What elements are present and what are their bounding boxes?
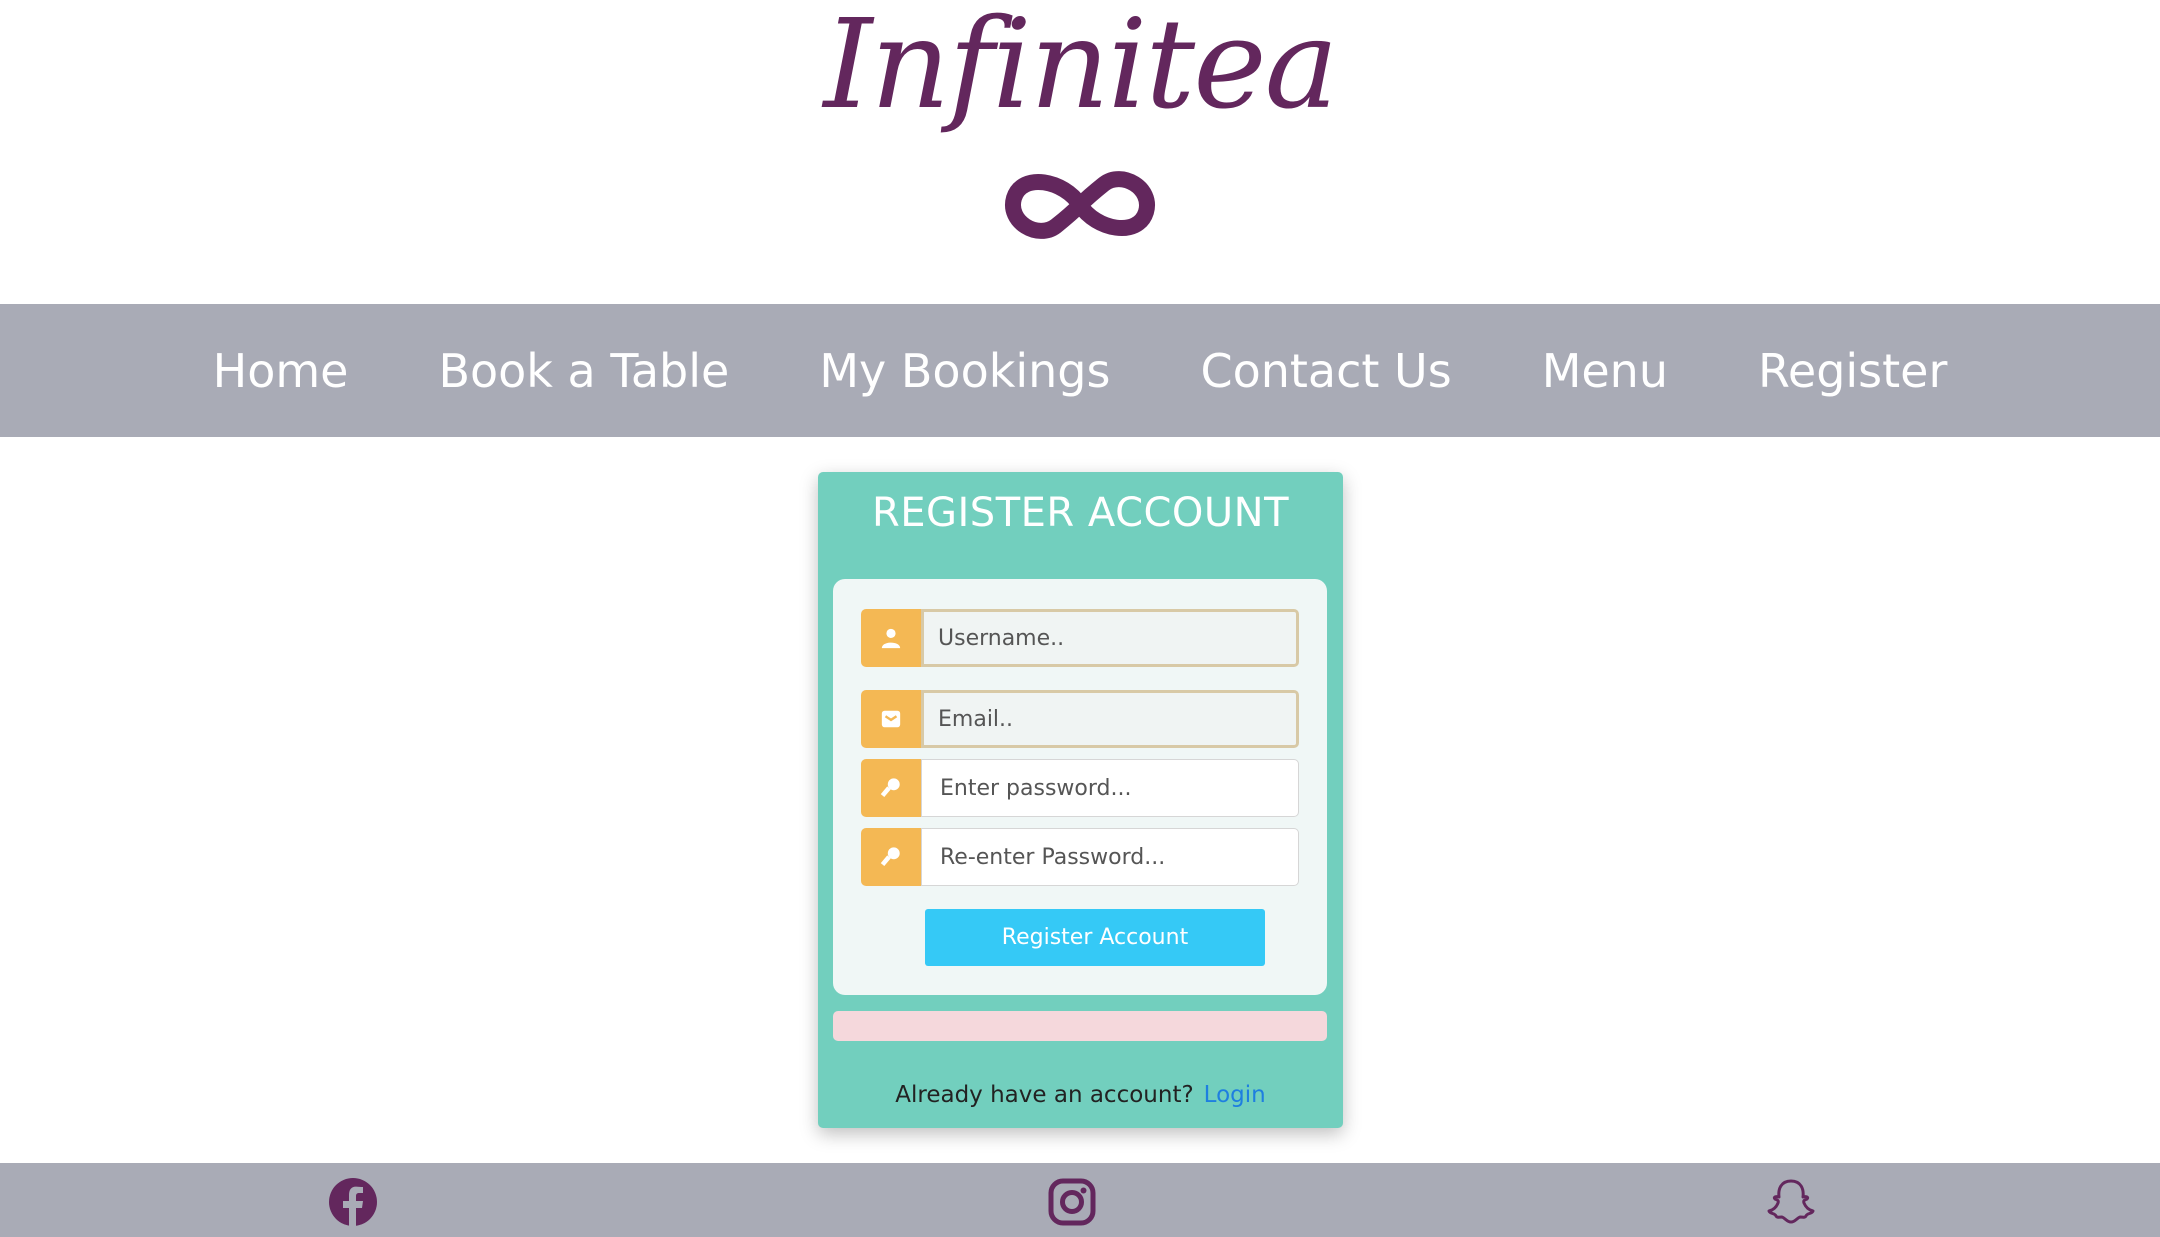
nav-item-register[interactable]: Register — [1713, 344, 1992, 398]
brand-header: Infinitea — [0, 0, 2160, 304]
register-title: REGISTER ACCOUNT — [871, 490, 1290, 536]
snapchat-icon[interactable] — [1766, 1177, 1816, 1227]
alert-bar — [833, 1011, 1327, 1041]
footer — [0, 1163, 2160, 1237]
infinity-icon — [1005, 171, 1155, 239]
facebook-icon[interactable] — [328, 1177, 378, 1227]
main-nav: Home Book a Table My Bookings Contact Us… — [0, 304, 2160, 437]
user-icon — [861, 609, 921, 667]
page: Infinitea Home Book a Table My Bookings … — [0, 0, 2160, 1237]
login-prompt-text: Already have an account? — [895, 1082, 1194, 1108]
email-input[interactable] — [921, 690, 1299, 748]
register-form: Register Account — [833, 579, 1327, 995]
confirm-password-input[interactable] — [921, 828, 1299, 886]
nav-item-my-bookings[interactable]: My Bookings — [774, 344, 1155, 398]
register-account-button[interactable]: Register Account — [925, 909, 1265, 966]
email-field-group — [861, 690, 1299, 748]
nav-item-menu[interactable]: Menu — [1497, 344, 1713, 398]
login-prompt-line: Already have an account? Login — [818, 1082, 1343, 1108]
password-field-group — [861, 759, 1299, 817]
instagram-icon[interactable] — [1047, 1177, 1097, 1227]
register-card: REGISTER ACCOUNT Username.. Email.. Regi… — [818, 472, 1343, 1128]
confirm-password-field-group — [861, 828, 1299, 886]
nav-item-home[interactable]: Home — [168, 344, 394, 398]
username-field-group — [861, 609, 1299, 667]
nav-item-book-a-table[interactable]: Book a Table — [393, 344, 774, 398]
login-link[interactable]: Login — [1204, 1082, 1266, 1108]
key-icon — [861, 759, 921, 817]
brand-name: Infinitea — [823, 0, 1338, 137]
key-icon — [861, 828, 921, 886]
password-input[interactable] — [921, 759, 1299, 817]
envelope-icon — [861, 690, 921, 748]
nav-item-contact-us[interactable]: Contact Us — [1155, 344, 1496, 398]
username-input[interactable] — [921, 609, 1299, 667]
